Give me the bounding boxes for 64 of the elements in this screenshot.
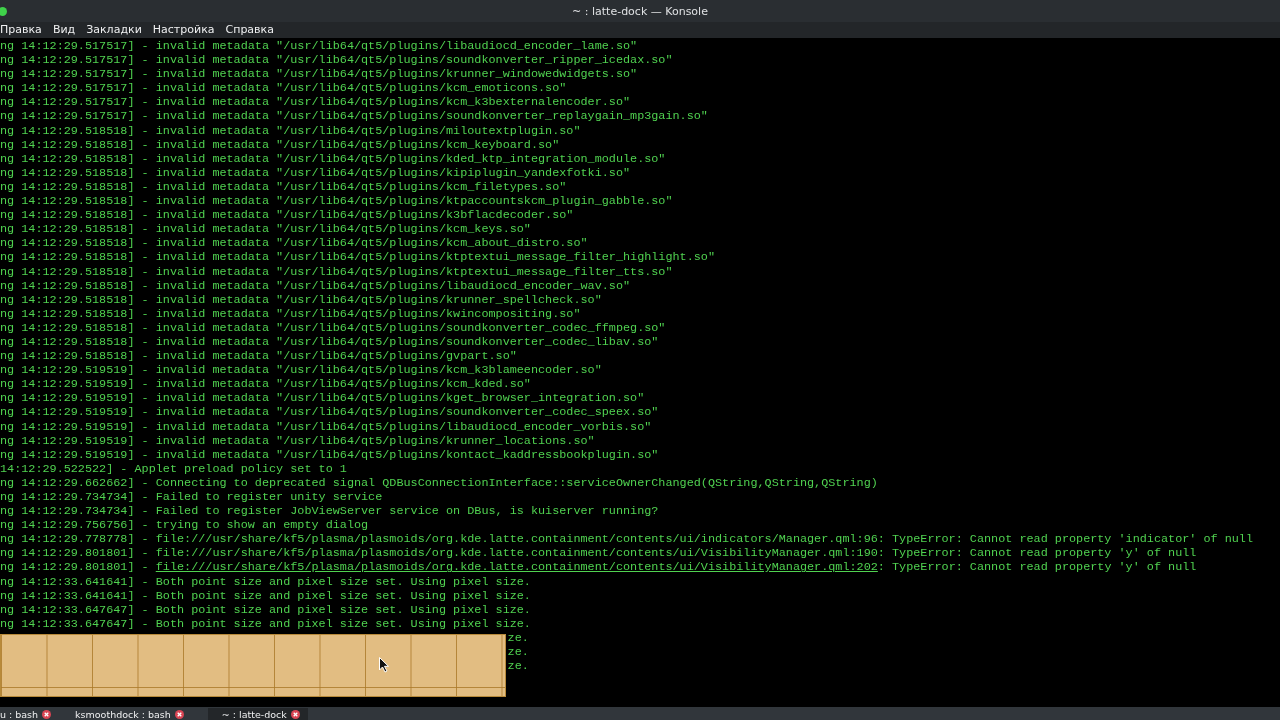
tab-label: u : bash [0, 708, 39, 720]
log-line: ng 14:12:29.519519] - invalid metadata "/usr/lib64/qt5/plugins/libaudiocd_encoder_vorbis.so" [0, 419, 653, 434]
log-line: ng 14:12:29.517517] - invalid metadata "/usr/lib64/qt5/plugins/kcm_k3bexternalencoder.so" [0, 95, 632, 110]
log-line: ng 14:12:29.517517] - invalid metadata "/usr/lib64/qt5/plugins/soundkonverter_ripper_icedax.so" [0, 53, 674, 68]
log-line: ng 14:12:29.778778] - file:///usr/share/kf5/plasma/plasmoids/org.kde.latte.containment/contents/ui/indicators/Manager.qml:96: TypeError: Cannot read property 'indicator' of null [0, 532, 1255, 547]
close-icon[interactable] [42, 709, 52, 719]
terminal-tab[interactable]: ~ : latte-dock [207, 708, 308, 720]
close-icon[interactable] [174, 709, 184, 719]
log-line: ze. [507, 645, 529, 660]
log-line: ng 14:12:29.517517] - invalid metadata "/usr/lib64/qt5/plugins/libaudiocd_encoder_lame.so" [0, 39, 639, 54]
log-line: ng 14:12:29.519519] - invalid metadata "/usr/lib64/qt5/plugins/kcm_kded.so" [0, 377, 532, 392]
window-title: ~ : latte-dock — Konsole [572, 4, 708, 18]
log-line: ng 14:12:29.517517] - invalid metadata "/usr/lib64/qt5/plugins/kcm_emoticons.so" [0, 81, 568, 96]
log-line: ng 14:12:29.518518] - invalid metadata "/usr/lib64/qt5/plugins/soundkonverter_codec_libav.so" [0, 334, 660, 350]
log-line: ng 14:12:29.518518] - invalid metadata "/usr/lib64/qt5/plugins/libaudiocd_encoder_wav.so" [0, 278, 632, 293]
log-line: ng 14:12:29.518518] - invalid metadata "/usr/lib64/qt5/plugins/kipiplugin_yandexfotki.so" [0, 165, 632, 180]
tab-label: ~ : latte-dock [221, 708, 287, 720]
tab-label: ksmoothdock : bash [75, 708, 171, 720]
log-text: ng 14:12:29.801801] - [0, 560, 150, 575]
status-dot-icon [0, 7, 7, 16]
log-line: ng 14:12:29.519519] - invalid metadata "/usr/lib64/qt5/plugins/kcm_k3blameencoder.so" [0, 363, 603, 378]
menu-item[interactable]: Вид [52, 23, 76, 36]
log-line: ng 14:12:29.662662] - Connecting to deprecated signal QDBusConnectionInterface::serviceOwnerChanged(QString,QString,QString) [0, 475, 879, 490]
log-line: ng 14:12:29.519519] - invalid metadata "/usr/lib64/qt5/plugins/soundkonverter_codec_speex.so" [0, 405, 660, 420]
log-line: 14:12:29.522522] - Applet preload policy set to 1 [0, 461, 348, 476]
log-line: ng 14:12:29.518518] - invalid metadata "/usr/lib64/qt5/plugins/kcm_about_distro.so" [0, 236, 589, 251]
log-line: ng 14:12:29.517517] - invalid metadata "/usr/lib64/qt5/plugins/krunner_windowedwidgets.so" [0, 67, 639, 82]
close-icon[interactable] [290, 709, 300, 719]
menu-item[interactable]: Правка [0, 23, 42, 36]
log-line: ng 14:12:29.518518] - invalid metadata "/usr/lib64/qt5/plugins/miloutextplugin.so" [0, 123, 582, 138]
log-line: ng 14:12:29.734734] - Failed to register unity service [0, 490, 384, 505]
log-line: ng 14:12:29.519519] - invalid metadata "/usr/lib64/qt5/plugins/kget_browser_integration.so" [0, 391, 646, 406]
mouse-cursor-icon [379, 657, 389, 673]
terminal-tab[interactable]: ksmoothdock : bash [75, 708, 192, 720]
log-line: ng 14:12:29.518518] - invalid metadata "/usr/lib64/qt5/plugins/k3bflacdecoder.so" [0, 208, 575, 223]
log-line: ng 14:12:29.518518] - invalid metadata "/usr/lib64/qt5/plugins/krunner_spellcheck.so" [0, 292, 603, 307]
log-line: ng 14:12:29.518518] - invalid metadata "/usr/lib64/qt5/plugins/kded_ktp_integration_module.so" [0, 151, 667, 166]
menu-item[interactable]: Закладки [86, 23, 142, 36]
terminal-tab[interactable]: u : bash [0, 708, 60, 720]
menu-item[interactable]: Настройка [152, 23, 215, 36]
log-line: ng 14:12:29.518518] - invalid metadata "/usr/lib64/qt5/plugins/kcm_filetypes.so" [0, 179, 568, 195]
log-line: ng 14:12:29.518518] - invalid metadata "/usr/lib64/qt5/plugins/kwincompositing.so" [0, 306, 582, 321]
log-line: ng 14:12:33.647647] - Both point size and pixel size set. Using pixel size. [0, 616, 532, 631]
log-line: ng 14:12:29.519519] - invalid metadata "/usr/lib64/qt5/plugins/kontact_kaddressbookplugin.so" [0, 447, 660, 462]
log-line: ng 14:12:29.518518] - invalid metadata "/usr/lib64/qt5/plugins/ktptextui_message_filter_tts.so" [0, 264, 674, 279]
log-line: ng 14:12:29.518518] - invalid metadata "/usr/lib64/qt5/plugins/soundkonverter_codec_ffmpeg.so" [0, 320, 667, 335]
log-line: ng 14:12:29.517517] - invalid metadata "/usr/lib64/qt5/plugins/soundkonverter_replaygain_mp3gain.so" [0, 109, 709, 124]
log-line: ng 14:12:29.518518] - invalid metadata "/usr/lib64/qt5/plugins/kcm_keyboard.so" [0, 137, 561, 152]
log-line: ng 14:12:29.518518] - invalid metadata "/usr/lib64/qt5/plugins/gvpart.so" [0, 349, 518, 364]
log-line: ng 14:12:33.647647] - Both point size and pixel size set. Using pixel size. [0, 602, 532, 617]
log-line: ng 14:12:29.518518] - invalid metadata "/usr/lib64/qt5/plugins/ktpaccountskcm_plugin_gabble.so" [0, 194, 674, 209]
log-text: : TypeError: Cannot read property 'y' of null [877, 560, 1197, 575]
log-line: ze. [507, 659, 529, 674]
log-line: ng 14:12:29.756756] - trying to show an empty dialog [0, 518, 370, 533]
log-line: ze. [507, 630, 529, 646]
log-line: ng 14:12:33.641641] - Both point size and pixel size set. Using pixel size. [0, 588, 532, 603]
log-line: ng 14:12:29.518518] - invalid metadata "/usr/lib64/qt5/plugins/kcm_keys.so" [0, 222, 532, 237]
log-line: ng 14:12:29.518518] - invalid metadata "/usr/lib64/qt5/plugins/ktptextui_message_filter_highlight.so" [0, 250, 716, 265]
menu-item[interactable]: Справка [225, 23, 274, 36]
log-line: ng 14:12:33.641641] - Both point size and pixel size set. Using pixel size. [0, 574, 532, 589]
log-line: ng 14:12:29.801801] - file:///usr/share/kf5/plasma/plasmoids/org.kde.latte.containment/contents/ui/VisibilityManager.qml:190: TypeError: Cannot read property 'y' of null [0, 546, 1198, 561]
log-line: ng 14:12:29.734734] - Failed to register JobViewServer service on DBus, is kuiserver running? [0, 504, 660, 519]
log-line: ng 14:12:29.519519] - invalid metadata "/usr/lib64/qt5/plugins/krunner_locations.so" [0, 433, 596, 448]
file-link[interactable]: file:///usr/share/kf5/plasma/plasmoids/org.kde.latte.containment/contents/ui/VisibilityManager.qml:202 [155, 560, 878, 575]
